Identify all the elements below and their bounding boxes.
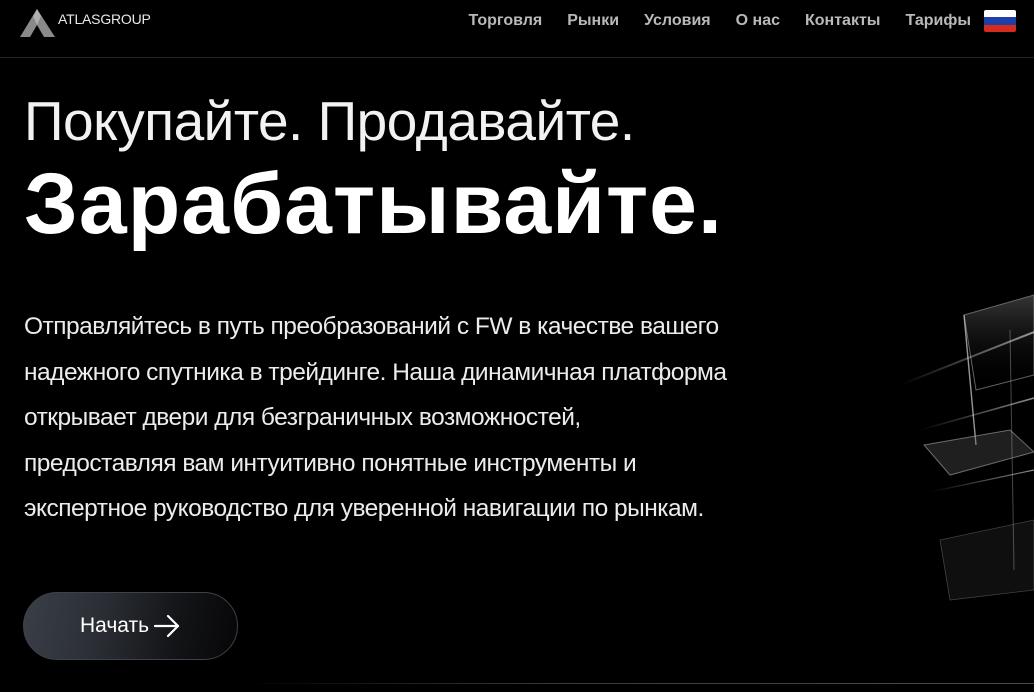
hero-description: Отправляйтесь в путь преобразований с FW… [24,304,864,532]
start-button[interactable]: Начать [23,592,238,660]
hero-description-line: экспертное руководство для уверенной нав… [24,495,704,522]
flag-stripe-white [984,10,1016,18]
russia-flag-icon[interactable] [984,10,1016,32]
hero-description-line: открывает двери для безграничных возможн… [24,404,581,431]
nav-item-about[interactable]: О нас [736,10,780,32]
flag-stripe-red [984,24,1016,32]
triangle-logo-icon [20,9,55,37]
brand-logo[interactable]: ATLASGROUP [20,8,151,38]
hero-description-line: предоставляя вам интуитивно понятные инс… [24,449,637,477]
nav-item-conditions[interactable]: Условия [644,10,711,32]
hero-description-line: надежного спутника в трейдинге. Наша дин… [24,358,727,386]
nav-item-markets[interactable]: Рынки [567,10,619,32]
nav-item-tariffs[interactable]: Тарифы [905,10,971,32]
hero-description-line: Отправляйтесь в путь преобразований с FW… [24,313,719,340]
hero-headline-accent: Зарабатывайте. [24,156,723,252]
header: ATLASGROUP Торговля Рынки Условия О нас … [0,0,1034,58]
section-divider [240,683,1034,684]
main-nav: Торговля Рынки Условия О нас Контакты Та… [444,10,1016,32]
nav-item-trading[interactable]: Торговля [469,10,543,32]
brand-name: ATLASGROUP [58,11,151,27]
arrow-right-icon [153,614,181,638]
nav-item-contacts[interactable]: Контакты [805,10,880,32]
start-button-label: Начать [79,614,150,637]
hero-headline-primary: Покупайте. Продавайте. [24,90,635,152]
flag-stripe-blue [984,17,1016,25]
decorative-glass-shape [899,294,1034,601]
